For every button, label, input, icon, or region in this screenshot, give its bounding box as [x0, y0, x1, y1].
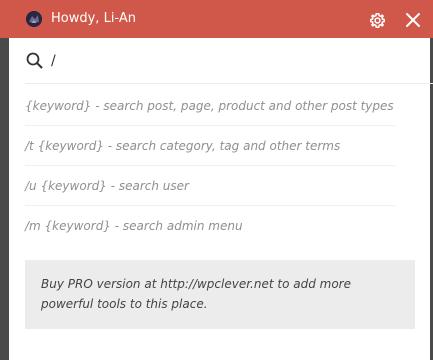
search-input[interactable] [51, 47, 421, 75]
hint-search-terms[interactable]: /t {keyword} - search category, tag and … [25, 126, 395, 166]
search-bar [25, 38, 433, 84]
hint-search-users[interactable]: /u {keyword} - search user [25, 166, 395, 206]
pro-upsell-notice: Buy PRO version at http://wpclever.net t… [25, 260, 415, 329]
panel-header: Howdy, Li-An [0, 0, 433, 38]
hint-search-admin-menu[interactable]: /m {keyword} - search admin menu [25, 206, 395, 246]
close-icon[interactable] [405, 12, 421, 28]
search-icon [26, 52, 43, 69]
gear-icon[interactable] [369, 12, 386, 29]
hint-search-posts[interactable]: {keyword} - search post, page, product a… [25, 86, 395, 126]
greeting-text[interactable]: Howdy, Li-An [51, 11, 136, 27]
avatar-icon[interactable] [26, 11, 42, 27]
search-panel: Howdy, Li-An {keyword} - search post, pa… [0, 0, 433, 360]
